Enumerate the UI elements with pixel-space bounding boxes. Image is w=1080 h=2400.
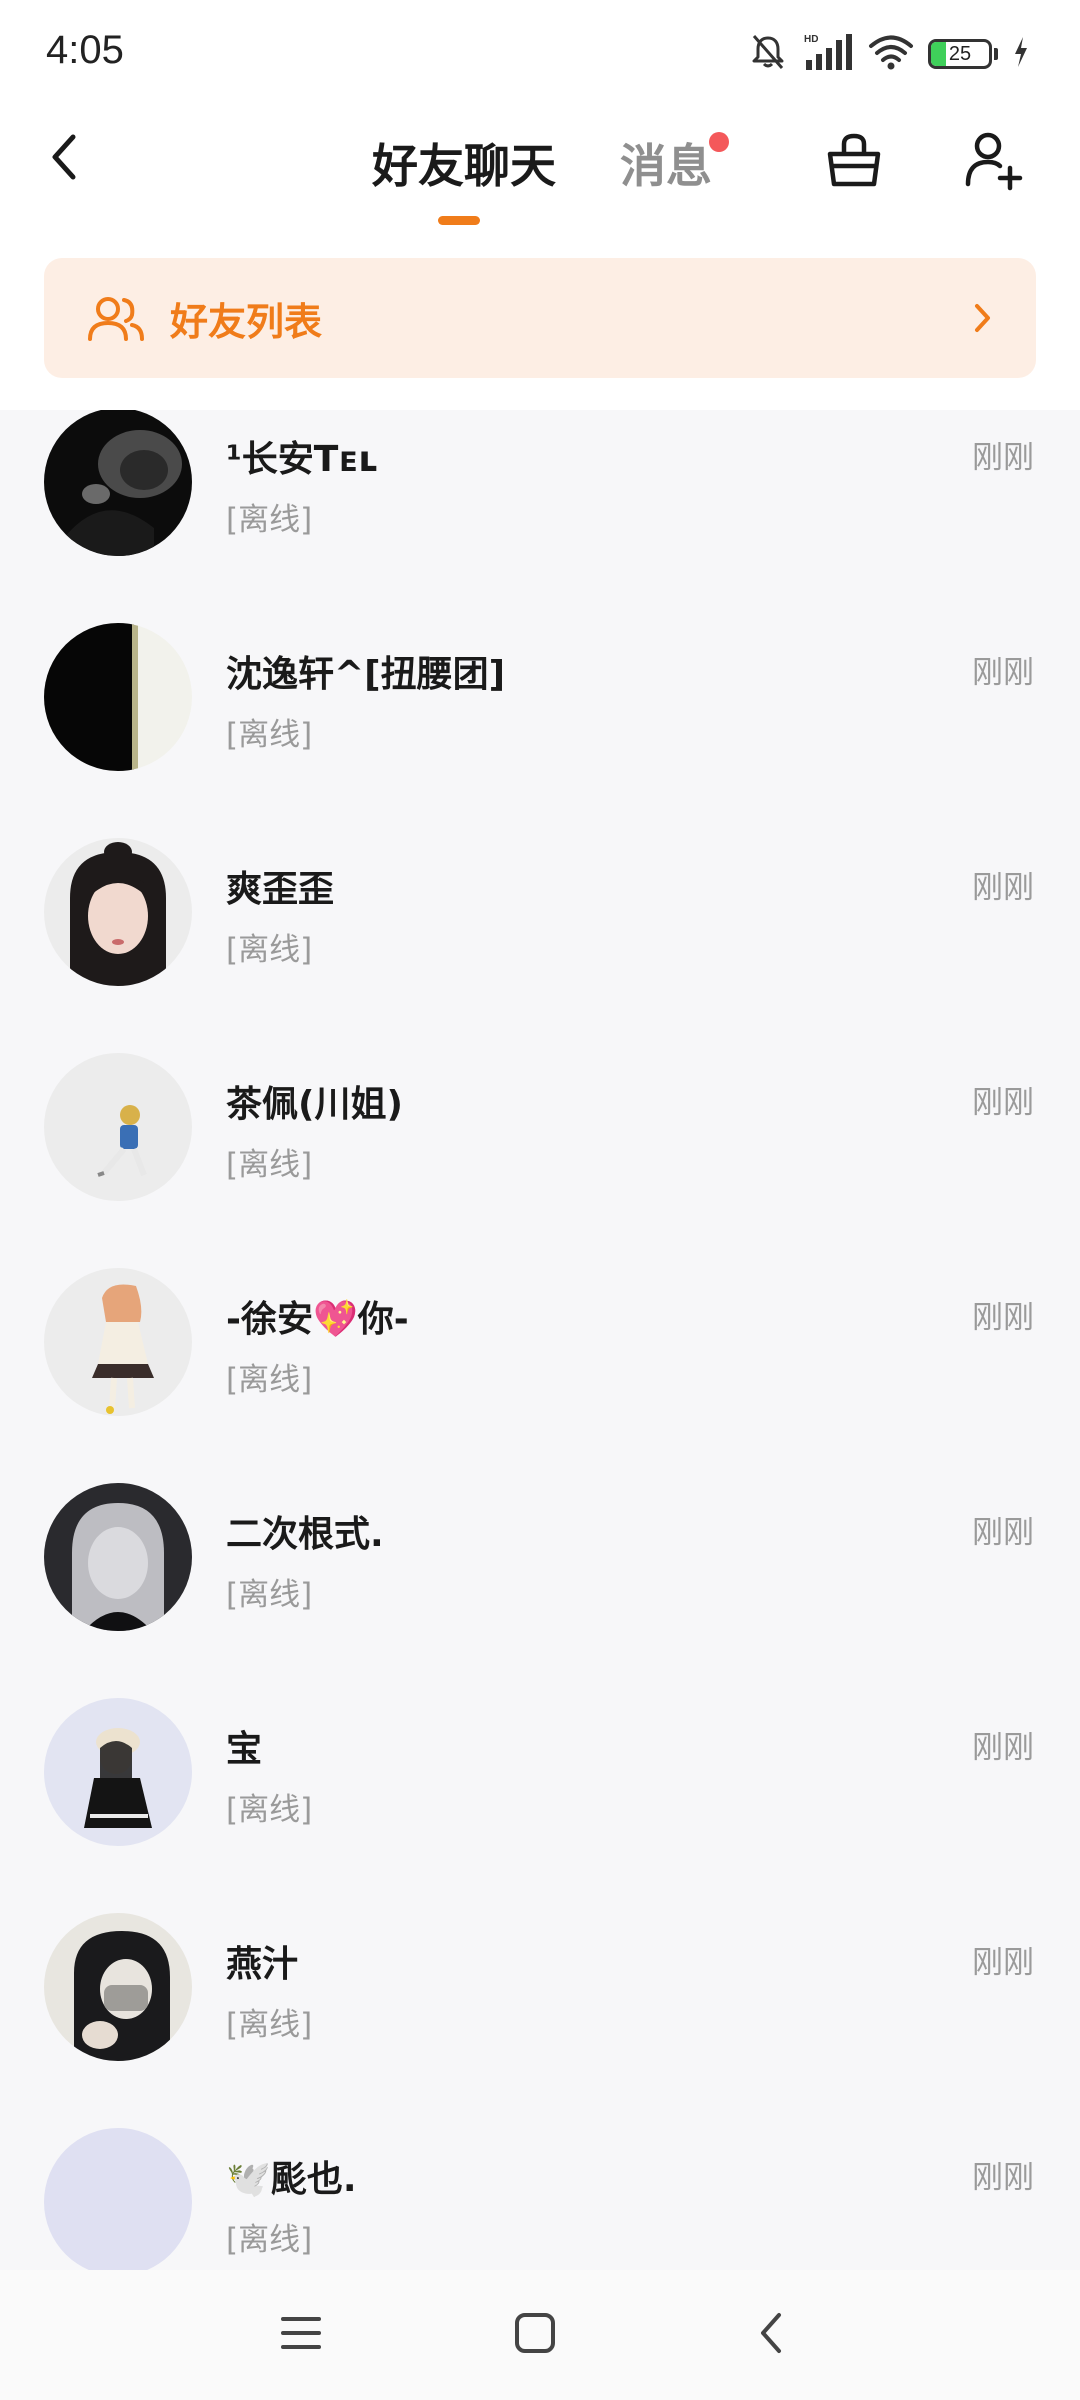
basket-icon: [822, 128, 886, 196]
status-time: 4:05: [46, 28, 124, 72]
last-active-time: 刚刚: [972, 1730, 1034, 1766]
friend-row[interactable]: 沈逸轩^[扭腰团] [离线] 刚刚: [0, 623, 1080, 840]
friends-list-banner[interactable]: 好友列表: [44, 258, 1036, 378]
messages-badge-dot: [709, 132, 729, 152]
friend-status: [离线]: [226, 1792, 313, 1828]
last-active-time: 刚刚: [972, 655, 1034, 691]
last-active-time: 刚刚: [972, 1945, 1034, 1981]
friend-name: 爽歪歪: [226, 869, 335, 910]
back-triangle-icon: [753, 2309, 789, 2361]
avatar: [44, 1698, 192, 1846]
users-icon: [86, 288, 146, 348]
friend-name: 茶佩(川姐): [226, 1084, 403, 1125]
avatar: [44, 410, 192, 556]
friend-status: [离线]: [226, 2222, 313, 2258]
friend-status: [离线]: [226, 932, 313, 968]
last-active-time: 刚刚: [972, 870, 1034, 906]
last-active-time: 刚刚: [972, 1085, 1034, 1121]
menu-icon: [279, 2313, 323, 2357]
signal-icon: HD: [802, 32, 854, 76]
avatar: [44, 1483, 192, 1631]
tab-messages[interactable]: 消息: [620, 130, 712, 196]
friend-name: 沈逸轩^[扭腰团]: [226, 654, 506, 695]
friend-name: 🕊️颩也.: [226, 2159, 357, 2200]
friend-row[interactable]: -徐安💖你- [离线] 刚刚: [0, 1268, 1080, 1485]
avatar: [44, 2128, 192, 2270]
friend-name: 二次根式.: [226, 1514, 384, 1555]
friend-status: [离线]: [226, 1147, 313, 1183]
last-active-time: 刚刚: [972, 1300, 1034, 1336]
friend-name: ¹长安Tᴇʟ: [226, 439, 378, 480]
home-square-icon: [513, 2311, 557, 2359]
friend-status: [离线]: [226, 502, 313, 538]
chevron-right-icon: [958, 294, 1006, 342]
header: 好友聊天 消息: [0, 100, 1080, 240]
avatar: [44, 1913, 192, 2061]
friend-row[interactable]: 二次根式. [离线] 刚刚: [0, 1483, 1080, 1700]
last-active-time: 刚刚: [972, 440, 1034, 476]
bell-mute-icon: [748, 32, 788, 76]
back-button[interactable]: [30, 124, 100, 194]
friend-status: [离线]: [226, 1362, 313, 1398]
avatar: [44, 838, 192, 986]
friend-name: -徐安💖你-: [226, 1299, 409, 1340]
last-active-time: 刚刚: [972, 2160, 1034, 2196]
friend-chat-list[interactable]: ¹长安Tᴇʟ [离线] 刚刚 沈逸轩^[扭腰团] [离线] 刚刚 爽歪歪 [离线…: [0, 410, 1080, 2270]
recents-button[interactable]: [266, 2300, 336, 2370]
battery-fill: [931, 42, 946, 66]
add-friend-icon: [962, 128, 1026, 196]
basket-button[interactable]: [816, 124, 892, 200]
system-nav-bar: [0, 2270, 1080, 2400]
friend-status: [离线]: [226, 1577, 313, 1613]
friend-row[interactable]: 🕊️颩也. [离线] 刚刚: [0, 2128, 1080, 2270]
avatar: [44, 1268, 192, 1416]
battery-level: 25: [948, 43, 972, 65]
svg-text:HD: HD: [804, 34, 818, 45]
system-back-button[interactable]: [736, 2300, 806, 2370]
friend-row[interactable]: 燕汁 [离线] 刚刚: [0, 1913, 1080, 2130]
friend-row[interactable]: 宝 [离线] 刚刚: [0, 1698, 1080, 1915]
tab-friends-chat[interactable]: 好友聊天: [372, 130, 556, 196]
avatar: [44, 623, 192, 771]
friend-row[interactable]: 爽歪歪 [离线] 刚刚: [0, 838, 1080, 1055]
add-friend-button[interactable]: [956, 124, 1032, 200]
avatar: [44, 1053, 192, 1201]
friend-row[interactable]: 茶佩(川姐) [离线] 刚刚: [0, 1053, 1080, 1270]
home-button[interactable]: [500, 2300, 570, 2370]
app-screen: 4:05 HD 25 好友聊天 消息 好友列表 ¹长安Tᴇʟ [离线] 刚刚 沈…: [0, 0, 1080, 2400]
charging-icon: [1012, 35, 1030, 73]
friend-status: [离线]: [226, 2007, 313, 2043]
friend-row[interactable]: ¹长安Tᴇʟ [离线] 刚刚: [0, 410, 1080, 625]
battery-nub: [994, 48, 998, 60]
status-icons: HD 25: [748, 30, 1030, 78]
active-tab-indicator: [438, 216, 480, 225]
friend-status: [离线]: [226, 717, 313, 753]
battery-icon: 25: [928, 39, 992, 69]
chevron-left-icon: [45, 131, 85, 187]
wifi-icon: [868, 32, 914, 76]
friend-name: 燕汁: [226, 1944, 299, 1985]
friends-list-label: 好友列表: [170, 299, 323, 344]
status-bar: 4:05 HD 25: [0, 0, 1080, 100]
friend-name: 宝: [226, 1729, 263, 1770]
last-active-time: 刚刚: [972, 1515, 1034, 1551]
